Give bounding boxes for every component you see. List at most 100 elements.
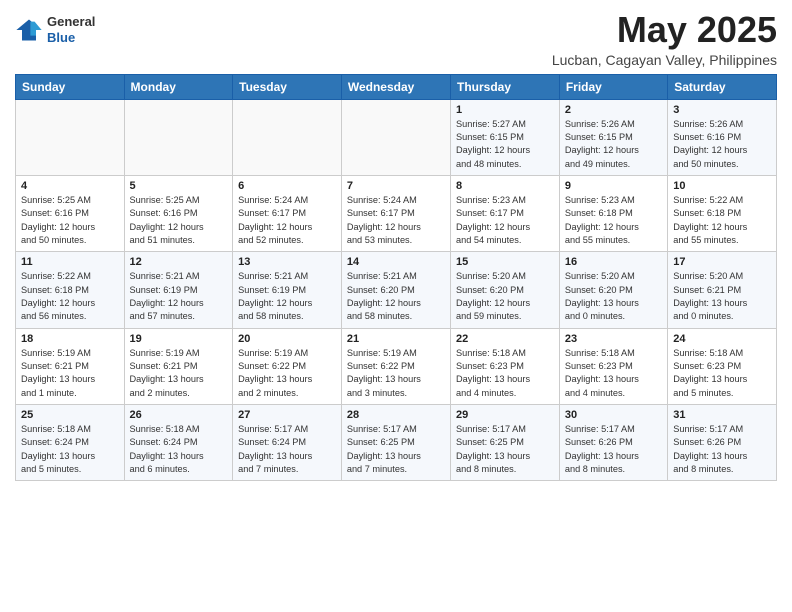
- calendar-cell: 30Sunrise: 5:17 AM Sunset: 6:26 PM Dayli…: [559, 405, 667, 481]
- calendar-table: SundayMondayTuesdayWednesdayThursdayFrid…: [15, 74, 777, 482]
- calendar-week-row: 1 Sunrise: 5:27 AM Sunset: 6:15 PM Daylig…: [16, 99, 777, 175]
- day-number: 27: [238, 409, 336, 421]
- day-number: 18: [21, 333, 119, 345]
- day-number: 26: [130, 409, 228, 421]
- day-number: 9: [565, 180, 662, 192]
- day-number: 30: [565, 409, 662, 421]
- day-number: 14: [347, 256, 445, 268]
- calendar-cell: 21 Sunrise: 5:19 AM Sunset: 6:22 PM Dayli…: [341, 328, 450, 404]
- day-number: 24: [673, 333, 771, 345]
- day-info: Sunrise: 5:27 AM Sunset: 6:15 PM Dayligh…: [456, 118, 554, 171]
- day-info: Sunrise: 5:17 AM Sunset: 6:25 PM Dayligh…: [456, 423, 554, 476]
- day-number: 31: [673, 409, 771, 421]
- calendar-week-row: 4 Sunrise: 5:25 AM Sunset: 6:16 PM Daylig…: [16, 175, 777, 251]
- calendar-cell: 28 Sunrise: 5:17 AM Sunset: 6:25 PM Dayli…: [341, 405, 450, 481]
- calendar-cell: 27 Sunrise: 5:17 AM Sunset: 6:24 PM Dayli…: [233, 405, 342, 481]
- day-info: Sunrise: 5:18 AM Sunset: 6:24 PM Dayligh…: [130, 423, 228, 476]
- calendar-cell: 16 Sunrise: 5:20 AM Sunset: 6:20 PM Dayli…: [559, 252, 667, 328]
- day-info: Sunrise: 5:22 AM Sunset: 6:18 PM Dayligh…: [673, 194, 771, 247]
- day-info: Sunrise: 5:21 AM Sunset: 6:19 PM Dayligh…: [130, 270, 228, 323]
- calendar-cell: 5 Sunrise: 5:25 AM Sunset: 6:16 PM Daylig…: [124, 175, 233, 251]
- day-info: Sunrise: 5:21 AM Sunset: 6:19 PM Dayligh…: [238, 270, 336, 323]
- day-info: Sunrise: 5:25 AM Sunset: 6:16 PM Dayligh…: [130, 194, 228, 247]
- calendar-cell: 10 Sunrise: 5:22 AM Sunset: 6:18 PM Dayli…: [668, 175, 777, 251]
- logo-icon: [15, 16, 43, 44]
- day-number: 16: [565, 256, 662, 268]
- day-info: Sunrise: 5:20 AM Sunset: 6:20 PM Dayligh…: [565, 270, 662, 323]
- calendar-cell: 25Sunrise: 5:18 AM Sunset: 6:24 PM Dayli…: [16, 405, 125, 481]
- calendar-cell: 31 Sunrise: 5:17 AM Sunset: 6:26 PM Dayli…: [668, 405, 777, 481]
- day-info: Sunrise: 5:21 AM Sunset: 6:20 PM Dayligh…: [347, 270, 445, 323]
- logo-text: General Blue: [47, 14, 95, 45]
- calendar-week-row: 18 Sunrise: 5:19 AM Sunset: 6:21 PM Dayli…: [16, 328, 777, 404]
- calendar-cell: [341, 99, 450, 175]
- calendar-cell: 24 Sunrise: 5:18 AM Sunset: 6:23 PM Dayli…: [668, 328, 777, 404]
- calendar-cell: 4Sunrise: 5:25 AM Sunset: 6:16 PM Daylig…: [16, 175, 125, 251]
- calendar-cell: [16, 99, 125, 175]
- location-text: Lucban, Cagayan Valley, Philippines: [552, 52, 777, 68]
- calendar-cell: 6 Sunrise: 5:24 AM Sunset: 6:17 PM Daylig…: [233, 175, 342, 251]
- day-info: Sunrise: 5:18 AM Sunset: 6:24 PM Dayligh…: [21, 423, 119, 476]
- day-info: Sunrise: 5:17 AM Sunset: 6:25 PM Dayligh…: [347, 423, 445, 476]
- calendar-cell: 15Sunrise: 5:20 AM Sunset: 6:20 PM Dayli…: [451, 252, 560, 328]
- calendar-header-row: SundayMondayTuesdayWednesdayThursdayFrid…: [16, 74, 777, 99]
- day-number: 19: [130, 333, 228, 345]
- calendar-cell: 22 Sunrise: 5:18 AM Sunset: 6:23 PM Dayli…: [451, 328, 560, 404]
- day-number: 28: [347, 409, 445, 421]
- calendar-cell: 20Sunrise: 5:19 AM Sunset: 6:22 PM Dayli…: [233, 328, 342, 404]
- day-info: Sunrise: 5:20 AM Sunset: 6:21 PM Dayligh…: [673, 270, 771, 323]
- day-of-week-header: Tuesday: [233, 74, 342, 99]
- calendar-week-row: 25Sunrise: 5:18 AM Sunset: 6:24 PM Dayli…: [16, 405, 777, 481]
- day-number: 10: [673, 180, 771, 192]
- day-number: 22: [456, 333, 554, 345]
- calendar-cell: 29 Sunrise: 5:17 AM Sunset: 6:25 PM Dayli…: [451, 405, 560, 481]
- day-info: Sunrise: 5:24 AM Sunset: 6:17 PM Dayligh…: [347, 194, 445, 247]
- day-number: 21: [347, 333, 445, 345]
- calendar-cell: 11Sunrise: 5:22 AM Sunset: 6:18 PM Dayli…: [16, 252, 125, 328]
- title-block: May 2025 Lucban, Cagayan Valley, Philipp…: [552, 10, 777, 68]
- day-info: Sunrise: 5:23 AM Sunset: 6:17 PM Dayligh…: [456, 194, 554, 247]
- day-number: 29: [456, 409, 554, 421]
- day-number: 20: [238, 333, 336, 345]
- day-number: 1: [456, 104, 554, 116]
- calendar-cell: 8 Sunrise: 5:23 AM Sunset: 6:17 PM Daylig…: [451, 175, 560, 251]
- calendar-cell: 19Sunrise: 5:19 AM Sunset: 6:21 PM Dayli…: [124, 328, 233, 404]
- day-number: 6: [238, 180, 336, 192]
- calendar-cell: 17 Sunrise: 5:20 AM Sunset: 6:21 PM Dayli…: [668, 252, 777, 328]
- month-title: May 2025: [552, 10, 777, 50]
- calendar-cell: 9 Sunrise: 5:23 AM Sunset: 6:18 PM Daylig…: [559, 175, 667, 251]
- day-info: Sunrise: 5:17 AM Sunset: 6:24 PM Dayligh…: [238, 423, 336, 476]
- calendar-cell: 26 Sunrise: 5:18 AM Sunset: 6:24 PM Dayli…: [124, 405, 233, 481]
- calendar-week-row: 11Sunrise: 5:22 AM Sunset: 6:18 PM Dayli…: [16, 252, 777, 328]
- day-info: Sunrise: 5:18 AM Sunset: 6:23 PM Dayligh…: [456, 347, 554, 400]
- logo-blue-text: Blue: [47, 30, 95, 46]
- logo: General Blue: [15, 14, 95, 45]
- calendar-cell: 7 Sunrise: 5:24 AM Sunset: 6:17 PM Daylig…: [341, 175, 450, 251]
- day-of-week-header: Wednesday: [341, 74, 450, 99]
- calendar-cell: 3Sunrise: 5:26 AM Sunset: 6:16 PM Daylig…: [668, 99, 777, 175]
- calendar-cell: 2 Sunrise: 5:26 AM Sunset: 6:15 PM Daylig…: [559, 99, 667, 175]
- day-info: Sunrise: 5:22 AM Sunset: 6:18 PM Dayligh…: [21, 270, 119, 323]
- day-info: Sunrise: 5:19 AM Sunset: 6:22 PM Dayligh…: [347, 347, 445, 400]
- day-number: 23: [565, 333, 662, 345]
- day-number: 7: [347, 180, 445, 192]
- day-info: Sunrise: 5:23 AM Sunset: 6:18 PM Dayligh…: [565, 194, 662, 247]
- day-number: 3: [673, 104, 771, 116]
- logo-general-text: General: [47, 14, 95, 30]
- day-info: Sunrise: 5:17 AM Sunset: 6:26 PM Dayligh…: [673, 423, 771, 476]
- day-number: 5: [130, 180, 228, 192]
- day-number: 17: [673, 256, 771, 268]
- day-number: 8: [456, 180, 554, 192]
- calendar-cell: [233, 99, 342, 175]
- day-info: Sunrise: 5:18 AM Sunset: 6:23 PM Dayligh…: [673, 347, 771, 400]
- day-info: Sunrise: 5:24 AM Sunset: 6:17 PM Dayligh…: [238, 194, 336, 247]
- calendar-cell: 18 Sunrise: 5:19 AM Sunset: 6:21 PM Dayli…: [16, 328, 125, 404]
- day-number: 15: [456, 256, 554, 268]
- day-info: Sunrise: 5:19 AM Sunset: 6:21 PM Dayligh…: [21, 347, 119, 400]
- calendar-cell: 1 Sunrise: 5:27 AM Sunset: 6:15 PM Daylig…: [451, 99, 560, 175]
- day-of-week-header: Friday: [559, 74, 667, 99]
- calendar-cell: 23Sunrise: 5:18 AM Sunset: 6:23 PM Dayli…: [559, 328, 667, 404]
- day-number: 2: [565, 104, 662, 116]
- day-info: Sunrise: 5:26 AM Sunset: 6:15 PM Dayligh…: [565, 118, 662, 171]
- day-number: 4: [21, 180, 119, 192]
